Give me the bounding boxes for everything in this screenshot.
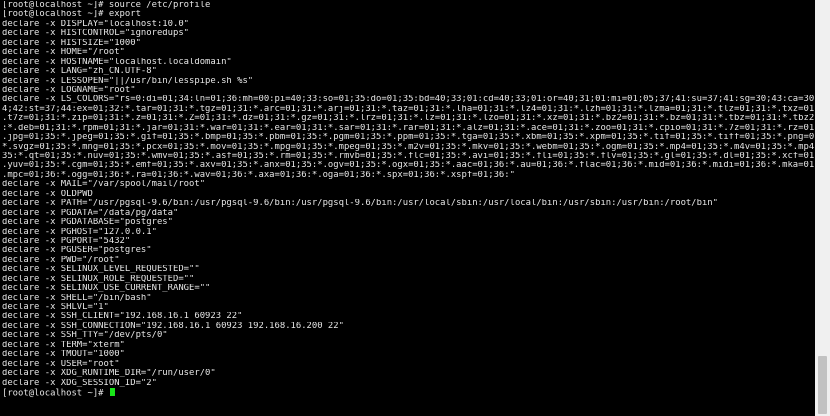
terminal-line: 4;42:st=37;44:ex=01;32:*.tar=01;31:*.tgz… — [2, 104, 814, 114]
terminal-line: 35:*.qt=01;35:*.nuv=01;35:*.wmv=01;35:*.… — [2, 152, 814, 161]
terminal-line: .yuv=01;35:*.cgm=01;35:*.emf=01;35:*.axv… — [2, 161, 814, 171]
terminal-line: .jpg=01;35:*.jpeg=01;35:*.gif=01;35:*.bm… — [2, 133, 814, 143]
terminal-line: declare -x SSH_TTY="/dev/pts/0" — [2, 331, 168, 341]
terminal-line: *.svgz=01;35:*.mng=01;35:*.pcx=01;35:*.m… — [2, 142, 814, 152]
terminal-line: declare -x SELINUX_LEVEL_REQUESTED="" — [2, 265, 200, 275]
terminal-line: declare -x HOME="/root" — [2, 48, 125, 58]
terminal-line: declare -x DISPLAY="localhost:10.0" — [2, 19, 190, 29]
terminal-line: declare -x LESSOPEN="||/usr/bin/lesspipe… — [2, 76, 254, 86]
terminal-line: declare -x LANG="zh_CN.UTF-8" — [2, 67, 157, 77]
terminal-line: declare -x SELINUX_USE_CURRENT_RANGE="" — [2, 284, 211, 294]
terminal-line: declare -x LS_COLORS="rs=0:di=01;34:ln=0… — [2, 95, 814, 105]
terminal-line: declare -x SHELL="/bin/bash" — [2, 293, 152, 303]
shell-prompt: [root@localhost ~]# — [2, 388, 109, 399]
terminal-line: .mpc=01;36:*.ogg=01;36:*.ra=01;36:*.wav=… — [2, 170, 515, 180]
terminal-line: declare -x HOSTNAME="localhost.localdoma… — [2, 57, 232, 67]
terminal-line: [root@localhost ~]# export — [2, 10, 141, 20]
terminal-line: declare -x PGUSER="postgres" — [2, 246, 152, 256]
terminal-line: .t7z=01;31:*.zip=01;31:*.z=01;31:*.Z=01;… — [2, 114, 814, 124]
terminal-output[interactable]: [root@localhost ~]# source /etc/profile[… — [2, 1, 814, 414]
terminal-line: declare -x USER="root" — [2, 359, 120, 369]
terminal-line: declare -x OLDPWD — [2, 189, 93, 199]
scrollbar-track[interactable] — [818, 0, 827, 416]
terminal-line: declare -x TMOUT="1000" — [2, 350, 125, 360]
terminal-line: declare -x SELINUX_ROLE_REQUESTED="" — [2, 274, 195, 284]
terminal-line: [root@localhost ~]# source /etc/profile — [2, 1, 211, 10]
vertical-scrollbar[interactable] — [815, 0, 830, 416]
terminal-line: declare -x SSH_CLIENT="192.168.16.1 6092… — [2, 312, 243, 322]
terminal-line: declare -x TERM="xterm" — [2, 340, 125, 350]
terminal-line: declare -x XDG_RUNTIME_DIR="/run/user/0" — [2, 369, 216, 379]
terminal-line: declare -x LOGNAME="root" — [2, 85, 136, 95]
terminal-line: declare -x XDG_SESSION_ID="2" — [2, 378, 157, 388]
scrollbar-thumb[interactable] — [818, 356, 827, 414]
terminal-line: declare -x PGDATABASE="postgres" — [2, 218, 173, 228]
text-cursor — [109, 387, 115, 397]
terminal-line: declare -x PWD="/root" — [2, 255, 120, 265]
terminal-line: declare -x SHLVL="1" — [2, 303, 109, 312]
terminal-line: declare -x PGDATA="/data/pg/data" — [2, 208, 179, 218]
terminal-line: declare -x PGHOST="127.0.0.1" — [2, 227, 157, 237]
terminal-window[interactable]: [root@localhost ~]# source /etc/profile[… — [0, 0, 830, 416]
terminal-line: declare -x PGPORT="5432" — [2, 236, 131, 246]
terminal-line: declare -x SSH_CONNECTION="192.168.16.1 … — [2, 321, 344, 331]
terminal-line: declare -x PATH="/usr/pgsql-9.6/bin:/usr… — [2, 199, 718, 209]
terminal-line: :*.deb=01;31:*.rpm=01;31:*.jar=01;31:*.w… — [2, 123, 814, 133]
command-prompt-line[interactable]: [root@localhost ~]# — [2, 387, 814, 399]
terminal-line: declare -x HISTCONTROL="ignoredups" — [2, 29, 190, 39]
terminal-line: declare -x MAIL="/var/spool/mail/root" — [2, 180, 206, 190]
terminal-line: declare -x HISTSIZE="1000" — [2, 38, 141, 48]
